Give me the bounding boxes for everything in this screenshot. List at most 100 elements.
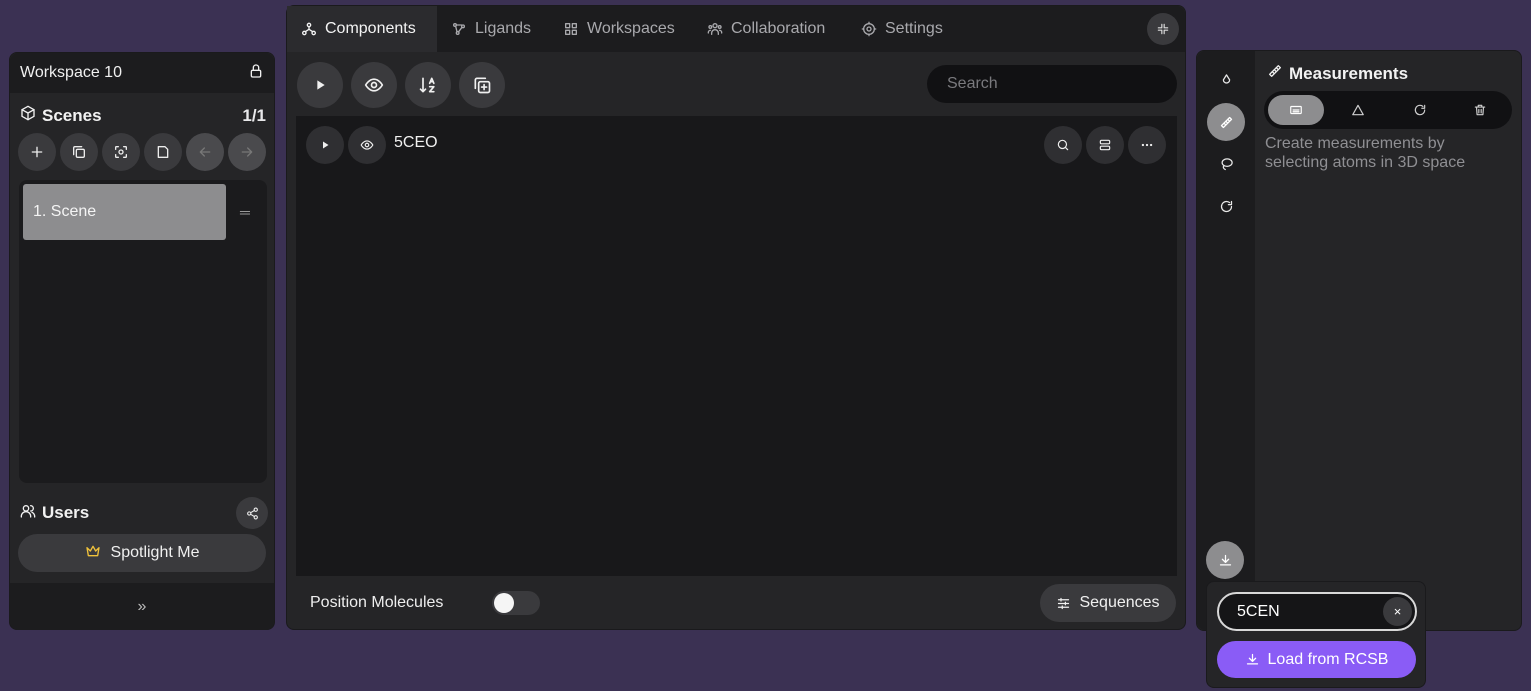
position-molecules-label: Position Molecules — [310, 594, 444, 611]
measurements-header: Measurements — [1267, 63, 1408, 84]
workspace-panel: Workspace 10 Scenes 1/1 1. Scene ═ Users… — [9, 52, 275, 630]
ruler-icon[interactable] — [1207, 103, 1245, 141]
tab-ligands[interactable]: Ligands — [437, 6, 545, 52]
clear-input-button[interactable]: × — [1383, 597, 1412, 626]
load-from-rcsb-button[interactable]: Load from RCSB — [1217, 641, 1416, 678]
distance-icon — [1290, 105, 1302, 115]
dihedral-tab[interactable] — [1392, 95, 1448, 125]
toggle-visibility-button[interactable] — [351, 62, 397, 108]
measurement-type-tabs — [1264, 91, 1512, 129]
components-icon — [302, 22, 316, 36]
gear-icon — [861, 21, 877, 37]
clear-measurements-tab[interactable] — [1452, 95, 1508, 125]
play-icon — [323, 141, 329, 149]
components-toolbar — [297, 62, 505, 108]
workspace-header: Workspace 10 — [10, 53, 274, 93]
components-list: 5CEO — [296, 116, 1177, 576]
tab-bar: Components Ligands Workspaces Collaborat… — [287, 6, 1185, 52]
close-icon: × — [1393, 604, 1402, 619]
eye-icon — [364, 78, 384, 92]
collapse-button[interactable] — [1147, 13, 1179, 45]
sequences-button[interactable]: Sequences — [1040, 584, 1176, 622]
double-chevron-right-icon: » — [137, 597, 147, 615]
angle-tab[interactable] — [1330, 95, 1386, 125]
play-icon — [317, 80, 325, 90]
expand-panel-button[interactable]: » — [10, 583, 274, 630]
component-more-button[interactable] — [1128, 126, 1166, 164]
component-actions — [1044, 126, 1166, 164]
share-icon — [246, 507, 258, 519]
copy-icon — [73, 146, 85, 158]
scenes-count: 1/1 — [242, 105, 266, 125]
download-button[interactable] — [1206, 541, 1244, 579]
component-focus-button[interactable] — [1044, 126, 1082, 164]
sort-button[interactable] — [405, 62, 451, 108]
tab-components[interactable]: Components — [287, 6, 437, 52]
sort-az-icon — [419, 77, 435, 93]
cube-icon — [20, 105, 36, 126]
scenes-header: Scenes 1/1 — [20, 105, 266, 126]
spotlight-label: Spotlight Me — [110, 544, 200, 561]
add-copy-icon — [474, 77, 491, 94]
drag-handle-icon[interactable]: ═ — [240, 204, 250, 220]
workspace-title: Workspace 10 — [20, 64, 122, 81]
more-icon — [1141, 143, 1153, 147]
scene-label: 1. Scene — [33, 203, 97, 220]
component-name[interactable]: 5CEO — [394, 134, 438, 152]
note-button[interactable] — [144, 133, 182, 171]
download-icon — [1219, 554, 1231, 565]
scene-item[interactable]: 1. Scene — [23, 184, 226, 240]
next-scene-button[interactable] — [228, 133, 266, 171]
focus-icon — [115, 146, 127, 158]
triangle-icon — [1352, 104, 1364, 116]
measurements-title: Measurements — [1289, 63, 1409, 83]
scenes-title: Scenes — [42, 105, 102, 125]
ruler-icon — [1267, 63, 1283, 84]
users-header: Users — [20, 497, 268, 529]
search-input[interactable] — [927, 65, 1177, 103]
plus-icon — [31, 146, 43, 158]
tools-panel: Measurements Create measurements by sele… — [1196, 50, 1522, 631]
spotlight-button[interactable]: Spotlight Me — [18, 534, 266, 572]
add-scene-button[interactable] — [18, 133, 56, 171]
add-component-button[interactable] — [459, 62, 505, 108]
collapse-icon — [1157, 23, 1169, 35]
users-title: Users — [42, 503, 90, 522]
capture-view-button[interactable] — [102, 133, 140, 171]
eye-icon — [360, 140, 374, 150]
search-icon — [1057, 139, 1069, 151]
distance-tab[interactable] — [1268, 95, 1324, 125]
rotate-icon — [1414, 104, 1426, 116]
users-icon — [707, 22, 723, 35]
previous-scene-button[interactable] — [186, 133, 224, 171]
measurements-description: Create measurements by selecting atoms i… — [1265, 135, 1466, 171]
duplicate-scene-button[interactable] — [60, 133, 98, 171]
toggle-knob — [494, 593, 514, 613]
scene-list: 1. Scene ═ — [19, 180, 267, 483]
tab-collaboration[interactable]: Collaboration — [693, 6, 839, 52]
arrow-left-icon — [199, 147, 211, 157]
droplet-icon[interactable] — [1207, 61, 1245, 99]
component-play-button[interactable] — [306, 126, 344, 164]
grid-icon — [565, 22, 577, 35]
play-all-button[interactable] — [297, 62, 343, 108]
component-visibility-button[interactable] — [348, 126, 386, 164]
component-sequence-button[interactable] — [1086, 126, 1124, 164]
pdb-id-input[interactable] — [1237, 601, 1377, 623]
share-button[interactable] — [236, 497, 268, 529]
position-molecules-toggle[interactable] — [492, 591, 540, 615]
load-structure-popup: × Load from RCSB — [1206, 581, 1426, 688]
tab-settings[interactable]: Settings — [847, 6, 957, 52]
pdb-input-wrapper: × — [1217, 592, 1417, 631]
ligand-icon — [453, 23, 465, 35]
arrow-right-icon — [241, 147, 253, 157]
component-row-controls — [306, 126, 386, 164]
tab-workspaces[interactable]: Workspaces — [549, 6, 689, 52]
refresh-shape-icon[interactable] — [1207, 187, 1245, 225]
lasso-icon[interactable] — [1207, 145, 1245, 183]
lock-icon[interactable] — [248, 63, 264, 84]
scene-toolbar — [18, 133, 266, 171]
layers-icon — [1099, 139, 1111, 151]
main-panel: Components Ligands Workspaces Collaborat… — [286, 5, 1186, 630]
download-icon — [1246, 653, 1258, 665]
